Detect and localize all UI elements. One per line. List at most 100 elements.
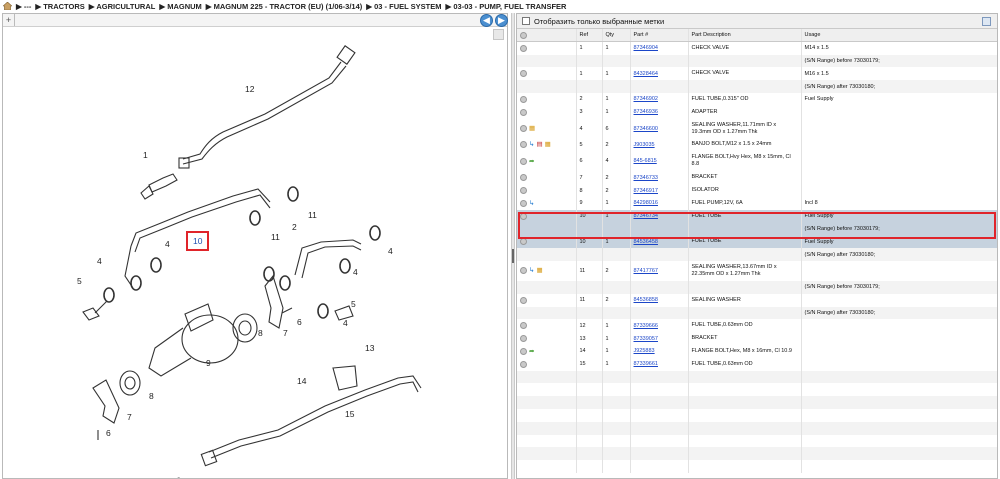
- table-row[interactable]: 8 2 87346917 ISOLATOR: [517, 184, 997, 197]
- row-select-cell[interactable]: [517, 293, 577, 307]
- table-row[interactable]: 11 2 84536858 SEALING WASHER: [517, 293, 997, 307]
- select-row-icon[interactable]: [520, 125, 527, 133]
- home-icon[interactable]: [3, 2, 12, 10]
- part-number-cell[interactable]: 87339661: [630, 357, 689, 371]
- panel-splitter[interactable]: [511, 13, 515, 479]
- callout-4a[interactable]: 4: [165, 239, 170, 249]
- select-row-icon[interactable]: [520, 322, 527, 330]
- part-number-cell[interactable]: J925883: [630, 344, 689, 358]
- breadcrumb-item[interactable]: ▶ ---: [16, 2, 31, 11]
- select-row-icon[interactable]: [520, 95, 527, 103]
- manual-icon[interactable]: ▤: [536, 141, 542, 148]
- row-select-cell[interactable]: [517, 357, 577, 371]
- part-number-cell[interactable]: [630, 54, 689, 68]
- part-number-cell[interactable]: 87417767: [630, 260, 689, 281]
- part-number-cell[interactable]: [630, 306, 689, 320]
- breadcrumb-item[interactable]: ▶ MAGNUM 225 - TRACTOR (EU) (1/06-3/14): [206, 2, 363, 11]
- callout-12[interactable]: 12: [245, 84, 255, 94]
- callout-4d[interactable]: 4: [353, 267, 358, 277]
- row-select-cell[interactable]: [517, 80, 577, 93]
- green-arrow-icon[interactable]: ➦: [529, 158, 534, 165]
- row-select-cell[interactable]: ➦: [517, 344, 577, 358]
- part-number-cell[interactable]: [630, 280, 689, 294]
- part-number-cell[interactable]: 87346733: [630, 171, 689, 185]
- previous-page-button[interactable]: ◀: [480, 14, 493, 27]
- table-row[interactable]: 1 1 84328464 CHECK VALVE M16 x 1.5: [517, 67, 997, 81]
- replacement-arrow-icon[interactable]: ↳: [529, 267, 534, 274]
- col-usage[interactable]: Usage: [801, 29, 997, 43]
- select-all-icon[interactable]: [520, 31, 527, 39]
- part-number-link[interactable]: J925883: [634, 348, 655, 354]
- select-row-icon[interactable]: [520, 157, 527, 165]
- part-number-cell[interactable]: 84328464: [630, 67, 689, 81]
- part-number-link[interactable]: 87339661: [634, 361, 658, 367]
- table-subrow[interactable]: (S/N Range) after 73030180;: [517, 248, 997, 261]
- part-number-cell[interactable]: 87346936: [630, 105, 689, 119]
- select-row-icon[interactable]: [520, 335, 527, 343]
- table-row[interactable]: 1 1 87346904 CHECK VALVE M14 x 1.5: [517, 41, 997, 55]
- table-row[interactable]: 15 1 87339661 FUEL TUBE,0.63mm OD: [517, 357, 997, 371]
- part-number-cell[interactable]: 87346902: [630, 92, 689, 106]
- breadcrumb-item[interactable]: ▶ AGRICULTURAL: [89, 2, 156, 11]
- part-number-link[interactable]: 84536458: [634, 239, 658, 245]
- part-number-cell[interactable]: 87339057: [630, 332, 689, 345]
- part-number-cell[interactable]: 87346917: [630, 184, 689, 197]
- row-select-cell[interactable]: [517, 319, 577, 333]
- callout-6b[interactable]: 6: [106, 428, 111, 438]
- callout-4b[interactable]: 4: [388, 246, 393, 256]
- callout-14[interactable]: 14: [297, 376, 307, 386]
- row-select-cell[interactable]: ▦: [517, 118, 577, 139]
- breadcrumb-item[interactable]: ▶ TRACTORS: [35, 2, 84, 11]
- row-select-cell[interactable]: ↳: [517, 196, 577, 210]
- export-icon[interactable]: [982, 17, 991, 26]
- callout-7b[interactable]: 7: [127, 412, 132, 422]
- table-row[interactable]: ↳ 9 1 84298016 FUEL PUMP,12V, 6A Incl 8: [517, 196, 997, 210]
- col-description[interactable]: Part Description: [688, 29, 802, 43]
- part-number-link[interactable]: 87346733: [634, 175, 658, 181]
- kit-box-icon[interactable]: ▦: [536, 267, 542, 274]
- kit-box-icon[interactable]: ▦: [529, 125, 535, 132]
- callout-3[interactable]: 3: [196, 477, 201, 478]
- row-select-cell[interactable]: ↳ ▤ ▦: [517, 138, 577, 152]
- select-row-icon[interactable]: [520, 238, 527, 246]
- table-row[interactable]: ↳ ▦ 11 2 87417767 SEALING WASHER,13.67mm ID x…: [517, 260, 997, 281]
- row-select-cell[interactable]: ↳ ▦: [517, 260, 577, 281]
- part-number-link[interactable]: 87346600: [634, 126, 658, 132]
- callout-7a[interactable]: 7: [283, 328, 288, 338]
- row-select-cell[interactable]: [517, 54, 577, 68]
- table-subrow[interactable]: (S/N Range) after 73030180;: [517, 80, 997, 93]
- row-select-cell[interactable]: [517, 248, 577, 261]
- callout-10[interactable]: 10: [193, 236, 203, 246]
- col-part-number[interactable]: Part #: [630, 29, 689, 43]
- part-number-link[interactable]: 87339057: [634, 336, 658, 342]
- replacement-arrow-icon[interactable]: ↳: [529, 141, 534, 148]
- part-number-cell[interactable]: [630, 248, 689, 261]
- callout-8b[interactable]: 8: [149, 391, 154, 401]
- col-ref[interactable]: Ref: [576, 29, 603, 43]
- row-select-cell[interactable]: [517, 184, 577, 197]
- select-row-icon[interactable]: [520, 174, 527, 182]
- select-row-icon[interactable]: [520, 44, 527, 52]
- next-page-button[interactable]: ▶: [495, 14, 508, 27]
- show-selected-checkbox[interactable]: [522, 17, 530, 25]
- callout-4e[interactable]: 4: [343, 318, 348, 328]
- col-qty[interactable]: Qty: [602, 29, 631, 43]
- row-select-cell[interactable]: [517, 105, 577, 119]
- part-number-cell[interactable]: 87346904: [630, 41, 689, 55]
- breadcrumb-item[interactable]: ▶ 03-03 - PUMP, FUEL TRANSFER: [446, 2, 567, 11]
- select-row-icon[interactable]: [520, 108, 527, 116]
- part-number-cell[interactable]: 845-6815: [630, 151, 689, 172]
- row-select-cell[interactable]: [517, 67, 577, 81]
- row-select-cell[interactable]: [517, 280, 577, 294]
- part-number-link[interactable]: J903035: [634, 142, 655, 148]
- select-row-icon[interactable]: [520, 199, 527, 207]
- table-row[interactable]: 13 1 87339057 BRACKET: [517, 332, 997, 345]
- table-row[interactable]: ➦ 6 4 845-6815 FLANGE BOLT,Hvy Hex, M8 x 15m…: [517, 151, 997, 172]
- part-number-link[interactable]: 87346902: [634, 96, 658, 102]
- select-row-icon[interactable]: [520, 360, 527, 368]
- row-select-cell[interactable]: [517, 41, 577, 55]
- part-number-cell[interactable]: J903035: [630, 138, 689, 152]
- table-row[interactable]: 3 1 87346936 ADAPTER: [517, 105, 997, 119]
- callout-5a[interactable]: 5: [77, 276, 82, 286]
- expand-icon[interactable]: +: [3, 14, 15, 26]
